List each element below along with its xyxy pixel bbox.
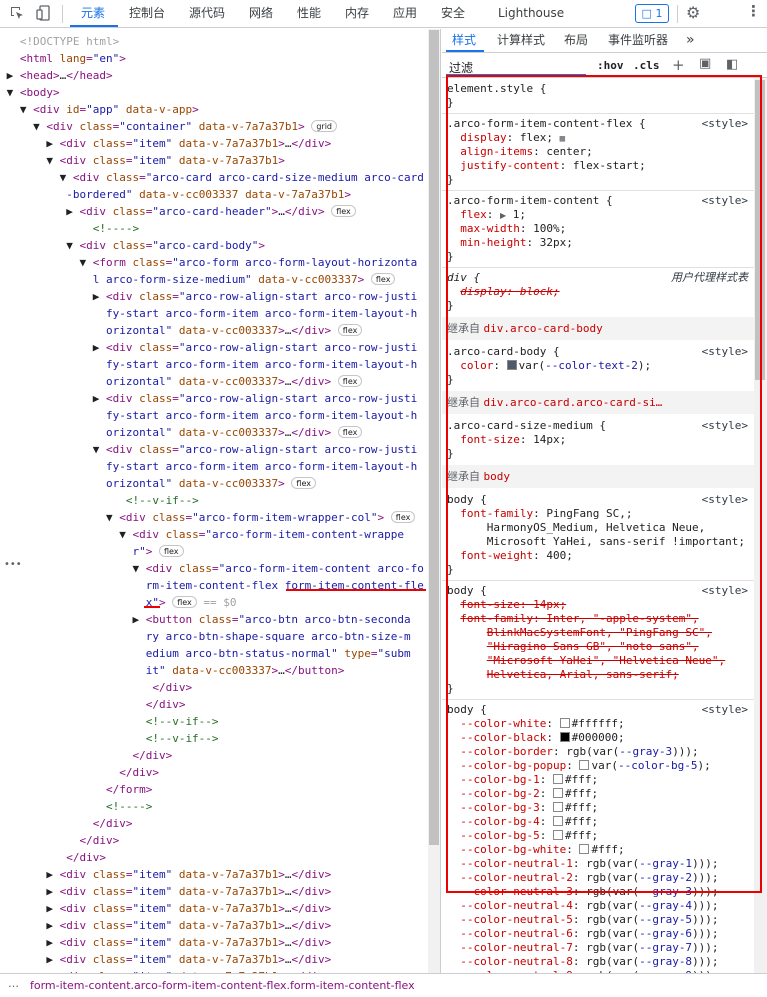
breadcrumb-bar: … form-item-content.arco-form-item-conte… bbox=[0, 973, 767, 997]
dom-node-line[interactable]: ▼ <div class="arco-card-body"> bbox=[0, 237, 440, 254]
dom-node-line[interactable]: <!--v-if--> bbox=[0, 713, 440, 730]
tab-console[interactable]: 控制台 bbox=[129, 0, 165, 27]
style-line[interactable]: --color-neutral-7: rgb(var(--gray-7))); bbox=[447, 941, 752, 955]
dom-node-line[interactable]: </div> bbox=[0, 832, 440, 849]
breadcrumb[interactable]: form-item-content.arco-form-item-content… bbox=[30, 979, 415, 992]
dom-node-line[interactable]: ▼ <div class="arco-form-item-content arc… bbox=[0, 560, 440, 577]
dom-node-line[interactable]: <!--v-if--> bbox=[0, 730, 440, 747]
dom-node-line[interactable]: ▶ <div class="item" data-v-7a7a37b1>…</d… bbox=[0, 951, 440, 968]
highlight-box bbox=[446, 75, 762, 893]
dom-node-line[interactable]: orizontal" data-v-cc003337>…</div> flex bbox=[0, 322, 440, 339]
tab-performance[interactable]: 性能 bbox=[297, 0, 321, 27]
annotation-underline bbox=[286, 589, 426, 591]
tab-sources[interactable]: 源代码 bbox=[189, 0, 225, 27]
dom-node-line[interactable]: rm-item-content-flex form-item-content-f… bbox=[0, 577, 440, 594]
dom-node-line[interactable]: ▶ <div class="arco-row-align-start arco-… bbox=[0, 288, 440, 305]
dom-node-line[interactable]: <!----> bbox=[0, 798, 440, 815]
message-icon: □ bbox=[641, 7, 652, 20]
breadcrumb-scroll-left[interactable]: … bbox=[8, 977, 19, 990]
more-options-icon[interactable]: ⋮ bbox=[746, 2, 761, 20]
elements-tree: <!DOCTYPE html> <html lang="en"> ▶ <head… bbox=[0, 29, 440, 973]
annotation-underline bbox=[144, 606, 160, 608]
devtools-toolbar: 元素 控制台 源代码 网络 性能 内存 应用 安全 Lighthouse □ 1… bbox=[0, 0, 767, 28]
dom-node-line[interactable]: ▶ <div class="arco-card-header">…</div> … bbox=[0, 203, 440, 220]
dom-node-line[interactable]: ▶ <div class="arco-row-align-start arco-… bbox=[0, 339, 440, 356]
tab-memory[interactable]: 内存 bbox=[345, 0, 369, 27]
issues-badge[interactable]: □ 1 bbox=[635, 4, 669, 23]
style-line[interactable]: --color-neutral-5: rgb(var(--gray-5))); bbox=[447, 913, 752, 927]
dom-node-line[interactable]: fy-start arco-form-item arco-form-item-l… bbox=[0, 356, 440, 373]
dom-node-line[interactable]: <html lang="en"> bbox=[0, 50, 440, 67]
elements-scrollbar-thumb[interactable] bbox=[429, 30, 439, 845]
style-line[interactable]: --color-neutral-8: rgb(var(--gray-8))); bbox=[447, 955, 752, 969]
style-line[interactable]: --color-neutral-6: rgb(var(--gray-6))); bbox=[447, 927, 752, 941]
dom-node-line[interactable]: ▼ <div class="arco-row-align-start arco-… bbox=[0, 441, 440, 458]
tab-security[interactable]: 安全 bbox=[441, 0, 465, 27]
dom-node-line[interactable]: </div> bbox=[0, 815, 440, 832]
inspect-element-icon[interactable] bbox=[9, 5, 25, 21]
cls-toggle[interactable]: .cls bbox=[633, 59, 660, 72]
dom-node-line[interactable]: r"> flex bbox=[0, 543, 440, 560]
dom-node-line[interactable]: ▶ <button class="arco-btn arco-btn-secon… bbox=[0, 611, 440, 628]
dom-node-line[interactable]: <!DOCTYPE html> bbox=[0, 33, 440, 50]
dom-node-line[interactable]: ▼ <div class="arco-form-item-wrapper-col… bbox=[0, 509, 440, 526]
dom-node-line[interactable]: ▶ <div class="item" data-v-7a7a37b1>…</d… bbox=[0, 934, 440, 951]
tab-lighthouse[interactable]: Lighthouse bbox=[498, 0, 564, 27]
dom-node-line[interactable]: fy-start arco-form-item arco-form-item-l… bbox=[0, 407, 440, 424]
dom-node-line[interactable]: ▼ <body> bbox=[0, 84, 440, 101]
dom-node-line[interactable]: </div> bbox=[0, 849, 440, 866]
dom-node-line[interactable]: x"> flex == $0 bbox=[0, 594, 440, 611]
dom-node-line[interactable]: ▼ <div id="app" data-v-app> bbox=[0, 101, 440, 118]
dom-node-line[interactable]: ▶ <head>…</head> bbox=[0, 67, 440, 84]
tab-computed[interactable]: 计算样式 bbox=[497, 29, 545, 52]
dom-node-line[interactable]: fy-start arco-form-item arco-form-item-l… bbox=[0, 458, 440, 475]
tab-event-listeners[interactable]: 事件监听器 bbox=[608, 29, 668, 52]
dom-node-line[interactable]: ry arco-btn-shape-square arco-btn-size-m bbox=[0, 628, 440, 645]
dom-node-line[interactable]: edium arco-btn-status-normal" type="subm bbox=[0, 645, 440, 662]
dom-node-line[interactable]: <!----> bbox=[0, 220, 440, 237]
tab-application[interactable]: 应用 bbox=[393, 0, 417, 27]
tab-styles[interactable]: 样式 bbox=[452, 29, 476, 52]
dom-node-line[interactable]: <!--v-if--> bbox=[0, 492, 440, 509]
dom-node-line[interactable]: </form> bbox=[0, 781, 440, 798]
dom-node-line[interactable]: -bordered" data-v-cc003337 data-v-7a7a37… bbox=[0, 186, 440, 203]
dom-node-line[interactable]: ▶ <div class="item" data-v-7a7a37b1>…</d… bbox=[0, 917, 440, 934]
dom-node-line[interactable]: ▼ <div class="arco-card arco-card-size-m… bbox=[0, 169, 440, 186]
dom-node-line[interactable]: orizontal" data-v-cc003337> flex bbox=[0, 475, 440, 492]
tab-network[interactable]: 网络 bbox=[249, 0, 273, 27]
dom-node-line[interactable]: orizontal" data-v-cc003337>…</div> flex bbox=[0, 373, 440, 390]
dom-node-line[interactable]: l arco-form-size-medium" data-v-cc003337… bbox=[0, 271, 440, 288]
dom-node-line[interactable]: ▶ <div class="item" data-v-7a7a37b1>…</d… bbox=[0, 883, 440, 900]
sidebar-toggle-icon[interactable]: ◧ bbox=[726, 57, 738, 72]
add-rule-icon[interactable]: + bbox=[672, 56, 685, 74]
dom-node-line[interactable]: ▶ <div class="arco-row-align-start arco-… bbox=[0, 390, 440, 407]
gear-icon[interactable]: ⚙ bbox=[686, 3, 700, 22]
dom-node-line[interactable]: </div> bbox=[0, 679, 440, 696]
dom-node-line[interactable]: orizontal" data-v-cc003337>…</div> flex bbox=[0, 424, 440, 441]
paint-icon[interactable]: ▣ bbox=[699, 56, 711, 71]
dom-node-line[interactable]: </div> bbox=[0, 764, 440, 781]
dom-node-line[interactable]: ▼ <div class="arco-form-item-content-wra… bbox=[0, 526, 440, 543]
tab-layout[interactable]: 布局 bbox=[564, 29, 588, 52]
dom-node-line[interactable]: ▶ <div class="item" data-v-7a7a37b1>…</d… bbox=[0, 135, 440, 152]
dom-node-line[interactable]: </div> bbox=[0, 696, 440, 713]
more-tabs-icon[interactable]: » bbox=[686, 29, 695, 52]
dom-node-line[interactable]: fy-start arco-form-item arco-form-item-l… bbox=[0, 305, 440, 322]
node-actions-icon[interactable]: ••• bbox=[4, 559, 22, 570]
styles-tabs: 样式 计算样式 布局 事件监听器 » bbox=[442, 29, 767, 53]
dom-node-line[interactable]: </div> bbox=[0, 747, 440, 764]
tab-elements[interactable]: 元素 bbox=[81, 0, 105, 27]
dom-node-line[interactable]: ▼ <form class="arco-form arco-form-layou… bbox=[0, 254, 440, 271]
hov-toggle[interactable]: :hov bbox=[597, 59, 624, 72]
device-toolbar-icon[interactable] bbox=[35, 5, 51, 21]
dom-node-line[interactable]: ▶ <div class="item" data-v-7a7a37b1>…</d… bbox=[0, 866, 440, 883]
dom-node-line[interactable]: ▼ <div class="item" data-v-7a7a37b1> bbox=[0, 152, 440, 169]
style-line[interactable]: --color-neutral-4: rgb(var(--gray-4))); bbox=[447, 899, 752, 913]
dom-node-line[interactable]: ▼ <div class="container" data-v-7a7a37b1… bbox=[0, 118, 440, 135]
dom-node-line[interactable]: it" data-v-cc003337>…</button> bbox=[0, 662, 440, 679]
dom-node-line[interactable]: ▶ <div class="item" data-v-7a7a37b1>…</d… bbox=[0, 900, 440, 917]
